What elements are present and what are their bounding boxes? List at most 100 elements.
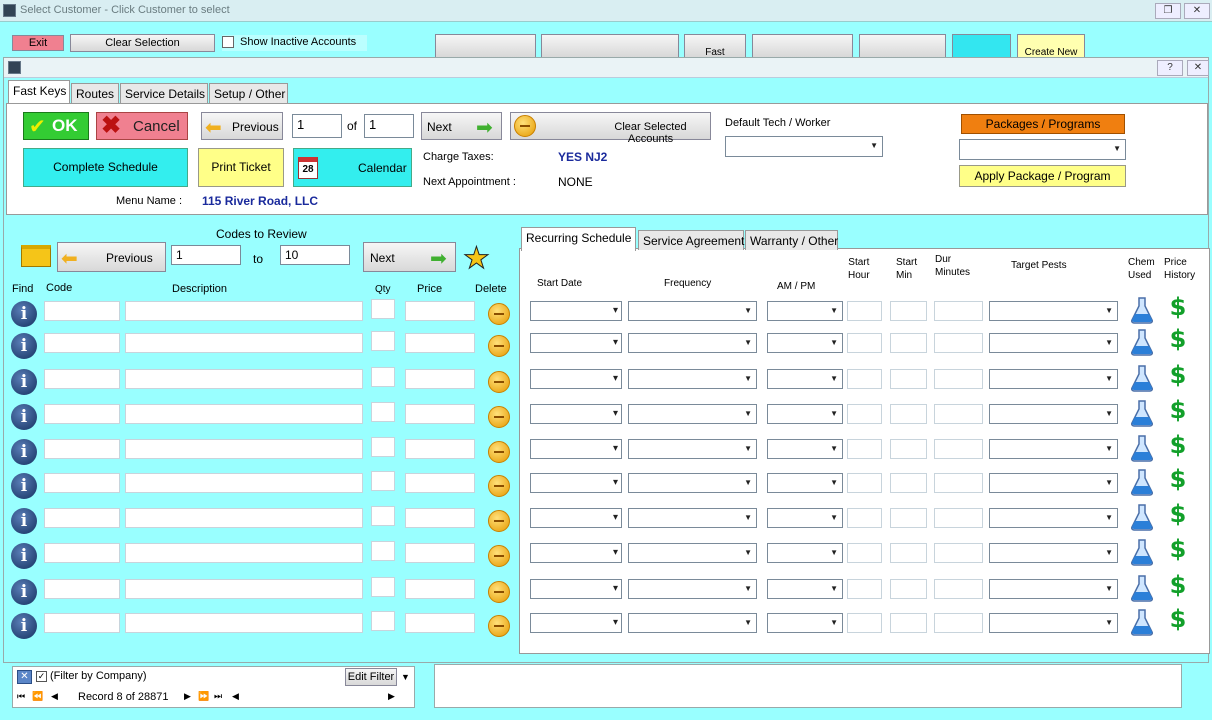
start-date-select[interactable] <box>530 369 622 389</box>
flask-icon[interactable] <box>1130 328 1154 356</box>
flask-icon[interactable] <box>1130 399 1154 427</box>
flask-icon[interactable] <box>1130 503 1154 531</box>
previous-page-button[interactable]: ⬅ Previous <box>201 112 283 140</box>
price-history-icon[interactable]: $ <box>1168 605 1188 633</box>
target-pests-select[interactable] <box>989 508 1118 528</box>
first-record-icon[interactable]: ⏮ <box>17 691 25 702</box>
start-hour-field[interactable] <box>847 508 882 528</box>
start-hour-field[interactable] <box>847 473 882 493</box>
dur-minutes-field[interactable] <box>934 473 983 493</box>
target-pests-select[interactable] <box>989 543 1118 563</box>
ampm-select[interactable] <box>767 543 843 563</box>
price-history-icon[interactable]: $ <box>1168 571 1188 599</box>
price-history-icon[interactable]: $ <box>1168 465 1188 493</box>
page-total-field[interactable]: 1 <box>364 114 414 138</box>
frequency-select[interactable] <box>628 404 757 424</box>
flask-icon[interactable] <box>1130 468 1154 496</box>
flask-icon[interactable] <box>1130 574 1154 602</box>
start-date-select[interactable] <box>530 404 622 424</box>
start-date-select[interactable] <box>530 473 622 493</box>
ampm-select[interactable] <box>767 369 843 389</box>
start-date-select[interactable] <box>530 613 622 633</box>
star-icon[interactable]: ★ <box>463 241 491 276</box>
price-history-icon[interactable]: $ <box>1168 361 1188 389</box>
start-min-field[interactable] <box>890 579 927 599</box>
start-date-select[interactable] <box>530 333 622 353</box>
exit-button[interactable]: Exit <box>12 35 64 51</box>
price-history-icon[interactable]: $ <box>1168 431 1188 459</box>
restore-button[interactable]: ❐ <box>1155 3 1181 19</box>
ampm-select[interactable] <box>767 579 843 599</box>
ampm-select[interactable] <box>767 473 843 493</box>
ampm-select[interactable] <box>767 508 843 528</box>
target-pests-select[interactable] <box>989 473 1118 493</box>
dur-minutes-field[interactable] <box>934 404 983 424</box>
dur-minutes-field[interactable] <box>934 439 983 459</box>
ampm-select[interactable] <box>767 404 843 424</box>
frequency-select[interactable] <box>628 543 757 563</box>
start-date-select[interactable] <box>530 439 622 459</box>
target-pests-select[interactable] <box>989 613 1118 633</box>
inner-close-button[interactable]: ✕ <box>1187 60 1209 76</box>
price-history-icon[interactable]: $ <box>1168 500 1188 528</box>
start-hour-field[interactable] <box>847 543 882 563</box>
tab-recurring-schedule[interactable]: Recurring Schedule <box>521 227 636 251</box>
price-history-icon[interactable]: $ <box>1168 325 1188 353</box>
codes-next-button[interactable]: Next ➡ <box>363 242 456 272</box>
dur-minutes-field[interactable] <box>934 369 983 389</box>
start-hour-field[interactable] <box>847 613 882 633</box>
outer-button-2[interactable] <box>541 34 679 58</box>
start-hour-field[interactable] <box>847 404 882 424</box>
next-page-button[interactable]: Next ➡ <box>421 112 502 140</box>
ampm-select[interactable] <box>767 333 843 353</box>
dur-minutes-field[interactable] <box>934 543 983 563</box>
start-min-field[interactable] <box>890 439 927 459</box>
print-ticket-button[interactable]: Print Ticket <box>198 148 284 187</box>
flask-icon[interactable] <box>1130 538 1154 566</box>
frequency-select[interactable] <box>628 301 757 321</box>
cancel-button[interactable]: ✖ Cancel <box>96 112 188 140</box>
codes-from-field[interactable]: 1 <box>171 245 241 265</box>
start-date-select[interactable] <box>530 579 622 599</box>
nav-scroll-right-icon[interactable]: ▶ <box>388 691 395 702</box>
ampm-select[interactable] <box>767 439 843 459</box>
apply-package-button[interactable]: Apply Package / Program <box>959 165 1126 187</box>
start-hour-field[interactable] <box>847 369 882 389</box>
target-pests-select[interactable] <box>989 579 1118 599</box>
start-min-field[interactable] <box>890 333 927 353</box>
flask-icon[interactable] <box>1130 364 1154 392</box>
filter-checkbox[interactable]: ✓ <box>36 671 47 682</box>
target-pests-select[interactable] <box>989 369 1118 389</box>
dur-minutes-field[interactable] <box>934 613 983 633</box>
frequency-select[interactable] <box>628 369 757 389</box>
edit-filter-button[interactable]: Edit Filter <box>345 668 397 686</box>
previous-record-icon[interactable]: ◀ <box>51 691 58 702</box>
complete-schedule-button[interactable]: Complete Schedule <box>23 148 188 187</box>
show-inactive-checkbox[interactable]: Show Inactive Accounts <box>222 35 367 51</box>
packages-select[interactable] <box>959 139 1126 160</box>
start-min-field[interactable] <box>890 508 927 528</box>
start-date-select[interactable] <box>530 301 622 321</box>
codes-previous-button[interactable]: ⬅ Previous <box>57 242 166 272</box>
dur-minutes-field[interactable] <box>934 333 983 353</box>
tab-routes[interactable]: Routes <box>71 83 119 103</box>
tab-setup-other[interactable]: Setup / Other <box>209 83 288 103</box>
close-button[interactable]: ✕ <box>1184 3 1210 19</box>
start-date-select[interactable] <box>530 508 622 528</box>
frequency-select[interactable] <box>628 473 757 493</box>
outer-button-4[interactable] <box>752 34 853 58</box>
ampm-select[interactable] <box>767 613 843 633</box>
target-pests-select[interactable] <box>989 301 1118 321</box>
target-pests-select[interactable] <box>989 404 1118 424</box>
clear-selected-accounts-button[interactable]: Clear Selected Accounts <box>510 112 711 145</box>
dur-minutes-field[interactable] <box>934 301 983 321</box>
codes-to-field[interactable]: 10 <box>280 245 350 265</box>
create-new-button[interactable]: Create New <box>1017 34 1085 58</box>
tab-warranty-other[interactable]: Warranty / Other <box>745 230 838 250</box>
folder-icon[interactable] <box>21 245 51 267</box>
start-min-field[interactable] <box>890 301 927 321</box>
start-min-field[interactable] <box>890 369 927 389</box>
start-min-field[interactable] <box>890 613 927 633</box>
next-page-icon[interactable]: ⏩ <box>198 691 209 702</box>
ok-button[interactable]: ✔ OK <box>23 112 89 140</box>
